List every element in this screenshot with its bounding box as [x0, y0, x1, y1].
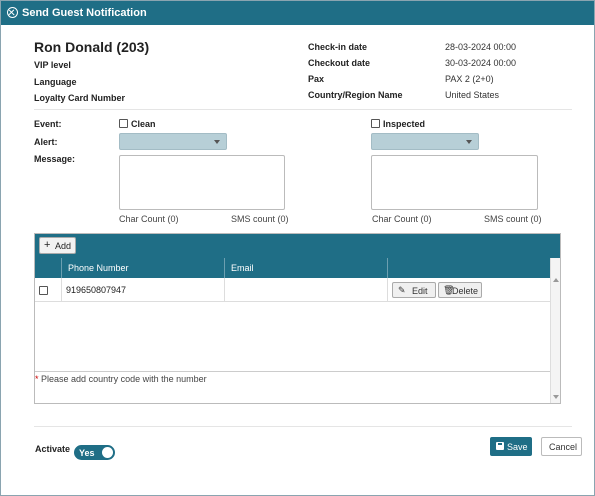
toggle-label: Yes	[79, 448, 95, 458]
clean-checkbox-label: Clean	[131, 119, 156, 129]
save-button-label: Save	[507, 442, 528, 452]
char-count-clean: Char Count (0)	[119, 214, 179, 224]
alert-select-clean[interactable]	[119, 133, 227, 150]
phone-column-header[interactable]: Phone Number	[62, 258, 225, 278]
event-label: Event:	[34, 119, 62, 129]
edit-button-label: Edit	[412, 286, 428, 296]
message-label: Message:	[34, 154, 76, 164]
scroll-down-icon[interactable]	[553, 395, 559, 399]
table-row: 919650807947 ✎ Edit 🗑 Delete	[35, 278, 550, 302]
chevron-down-icon	[214, 140, 220, 144]
email-column-header[interactable]: Email	[225, 258, 388, 278]
checkin-value: 28-03-2024 00:00	[445, 42, 517, 52]
contacts-grid: + Add Phone Number Email 919650807947 ✎ …	[34, 233, 561, 404]
grid-vertical-scrollbar[interactable]	[550, 258, 560, 403]
message-textarea-clean[interactable]	[119, 155, 285, 210]
toggle-knob	[102, 447, 113, 458]
footer-divider	[34, 426, 572, 427]
required-star: *	[35, 374, 39, 384]
email-column-label: Email	[231, 263, 254, 273]
vip-level-label: VIP level	[34, 60, 71, 70]
cancel-button[interactable]: Cancel	[541, 437, 582, 456]
pax-value: PAX 2 (2+0)	[445, 74, 494, 84]
add-contact-button[interactable]: + Add	[39, 237, 76, 254]
dialog-title: Send Guest Notification	[22, 7, 147, 19]
char-count-inspected: Char Count (0)	[372, 214, 432, 224]
select-column-header	[35, 258, 62, 278]
country-code-note: * Please add country code with the numbe…	[35, 374, 207, 384]
pencil-icon: ✎	[398, 285, 406, 295]
delete-button[interactable]: 🗑 Delete	[438, 282, 482, 298]
activate-toggle[interactable]: Yes	[74, 445, 115, 460]
country-value: United States	[445, 90, 500, 100]
checkout-label: Checkout date	[308, 58, 371, 68]
checkin-label: Check-in date	[308, 42, 368, 52]
sms-count-clean: SMS count (0)	[231, 214, 289, 224]
edit-button[interactable]: ✎ Edit	[392, 282, 436, 298]
inspected-checkbox[interactable]	[371, 119, 380, 128]
checkout-value: 30-03-2024 00:00	[445, 58, 517, 68]
scroll-up-icon[interactable]	[553, 278, 559, 282]
loyalty-card-label: Loyalty Card Number	[34, 93, 126, 103]
alert-label: Alert:	[34, 137, 58, 147]
delete-button-label: Delete	[452, 286, 479, 296]
row-checkbox[interactable]	[39, 286, 48, 295]
row-select-cell	[35, 278, 62, 302]
actions-cell: ✎ Edit 🗑 Delete	[388, 278, 550, 302]
cancel-button-label: Cancel	[549, 442, 578, 452]
grid-header: Phone Number Email	[35, 258, 550, 278]
send-guest-notification-dialog: Send Guest Notification Ron Donald (203)…	[0, 0, 595, 496]
close-circle-icon[interactable]	[7, 7, 18, 18]
activate-label: Activate	[35, 444, 71, 454]
clean-checkbox[interactable]	[119, 119, 128, 128]
grid-divider	[35, 371, 550, 372]
add-button-label: Add	[55, 241, 72, 251]
phone-column-label: Phone Number	[68, 263, 129, 273]
email-cell	[225, 278, 388, 302]
actions-column-header	[388, 258, 550, 278]
guest-name: Ron Donald (203)	[34, 39, 150, 55]
phone-cell: 919650807947	[62, 278, 225, 302]
dialog-titlebar: Send Guest Notification	[1, 1, 594, 25]
alert-select-inspected[interactable]	[371, 133, 479, 150]
save-button[interactable]: Save	[490, 437, 532, 456]
message-textarea-inspected[interactable]	[371, 155, 538, 210]
grid-toolbar: + Add	[35, 234, 560, 258]
sms-count-inspected: SMS count (0)	[484, 214, 542, 224]
pax-label: Pax	[308, 74, 325, 84]
country-code-note-text: Please add country code with the number	[41, 374, 207, 384]
language-label: Language	[34, 77, 77, 87]
country-label: Country/Region Name	[308, 90, 403, 100]
plus-icon: +	[44, 239, 51, 251]
chevron-down-icon	[466, 140, 472, 144]
section-divider	[34, 109, 572, 110]
floppy-disk-icon	[496, 442, 504, 450]
phone-number-value: 919650807947	[66, 285, 127, 295]
inspected-checkbox-label: Inspected	[383, 119, 426, 129]
